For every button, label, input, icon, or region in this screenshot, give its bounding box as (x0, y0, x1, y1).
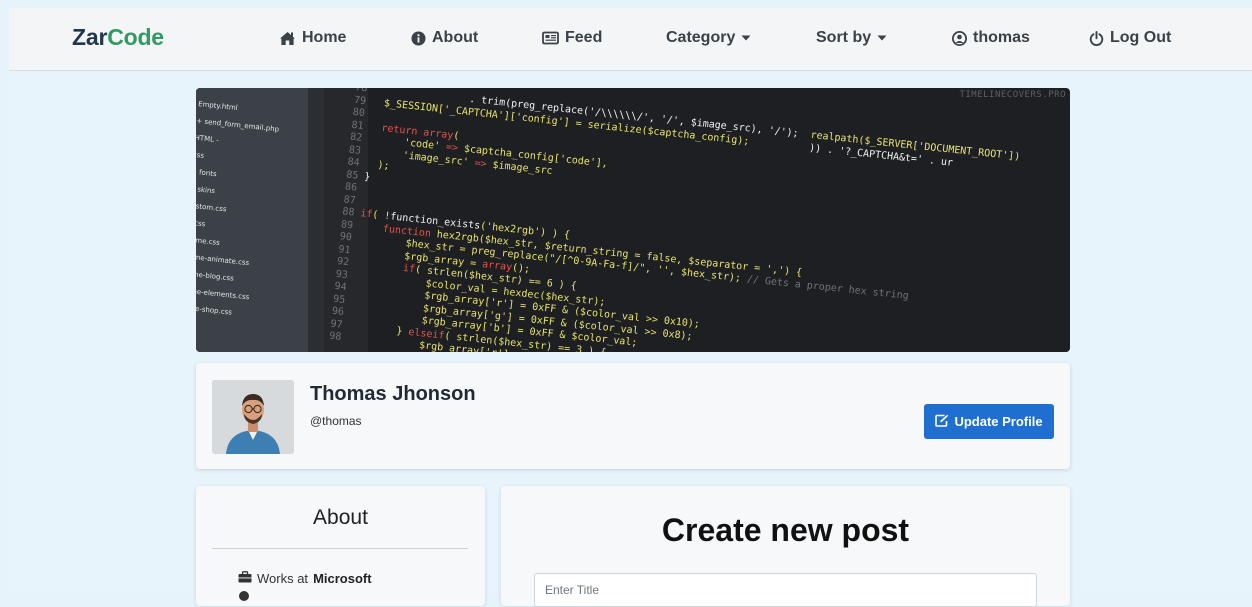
update-profile-button[interactable]: Update Profile (924, 404, 1054, 439)
post-title-input[interactable] (534, 573, 1037, 607)
nav-logout[interactable]: Log Out (1089, 27, 1171, 49)
nav-logout-label: Log Out (1110, 29, 1172, 46)
nav-about[interactable]: About (411, 27, 478, 49)
nav-user[interactable]: thomas (952, 27, 1030, 49)
caret-down-icon (877, 35, 887, 41)
about-title: About (313, 506, 368, 529)
nav-category-label: Category (666, 29, 736, 46)
brand-part-2: Code (107, 24, 164, 50)
caret-down-icon (741, 35, 751, 41)
divider (212, 548, 468, 549)
nav-user-label: thomas (973, 29, 1030, 46)
cover-code: 78 . trim(preg_replace('/\\\\\\/', '/', … (328, 88, 1021, 352)
nav-category-dropdown[interactable]: Category (666, 27, 751, 49)
brand-part-1: Zar (72, 24, 108, 50)
home-icon (279, 31, 296, 46)
profile-card: Thomas Jhonson @thomas Update Profile (196, 363, 1070, 469)
about-work-prefix: Works at (257, 571, 309, 586)
about-work-item: Works at Microsoft (238, 571, 372, 586)
newspaper-icon (542, 31, 559, 45)
about-company: Microsoft (313, 571, 372, 586)
nav-feed-label: Feed (565, 29, 603, 46)
nav-sort-dropdown[interactable]: Sort by (816, 27, 887, 49)
avatar[interactable] (212, 380, 294, 454)
power-icon (1089, 30, 1104, 46)
nav-feed[interactable]: Feed (542, 27, 602, 49)
create-post-card: Create new post (501, 486, 1070, 607)
about-card: About Works at Microsoft (196, 486, 485, 606)
create-post-title: Create new post (661, 512, 910, 548)
profile-name: Thomas Jhonson (310, 383, 476, 405)
page: ZarCode Home About Feed Category Sort by… (9, 8, 1252, 607)
nav-sort-label: Sort by (816, 29, 872, 46)
user-circle-icon (952, 30, 967, 46)
info-icon (411, 31, 426, 46)
profile-handle: @thomas (310, 414, 362, 428)
edit-icon (935, 414, 949, 430)
nav-home-label: Home (302, 29, 347, 46)
update-profile-label: Update Profile (954, 414, 1043, 429)
navbar: ZarCode Home About Feed Category Sort by… (9, 8, 1252, 71)
location-icon (238, 590, 250, 605)
about-second-item (238, 590, 250, 605)
brand-logo[interactable]: ZarCode (72, 24, 164, 51)
briefcase-icon (238, 571, 252, 586)
cover-image: Empty.html + send_form_email.php HTML - … (196, 88, 1070, 352)
nav-about-label: About (432, 29, 479, 46)
cover-watermark: TIMELINECOVERS.PRO (959, 90, 1066, 100)
nav-home[interactable]: Home (279, 27, 346, 49)
